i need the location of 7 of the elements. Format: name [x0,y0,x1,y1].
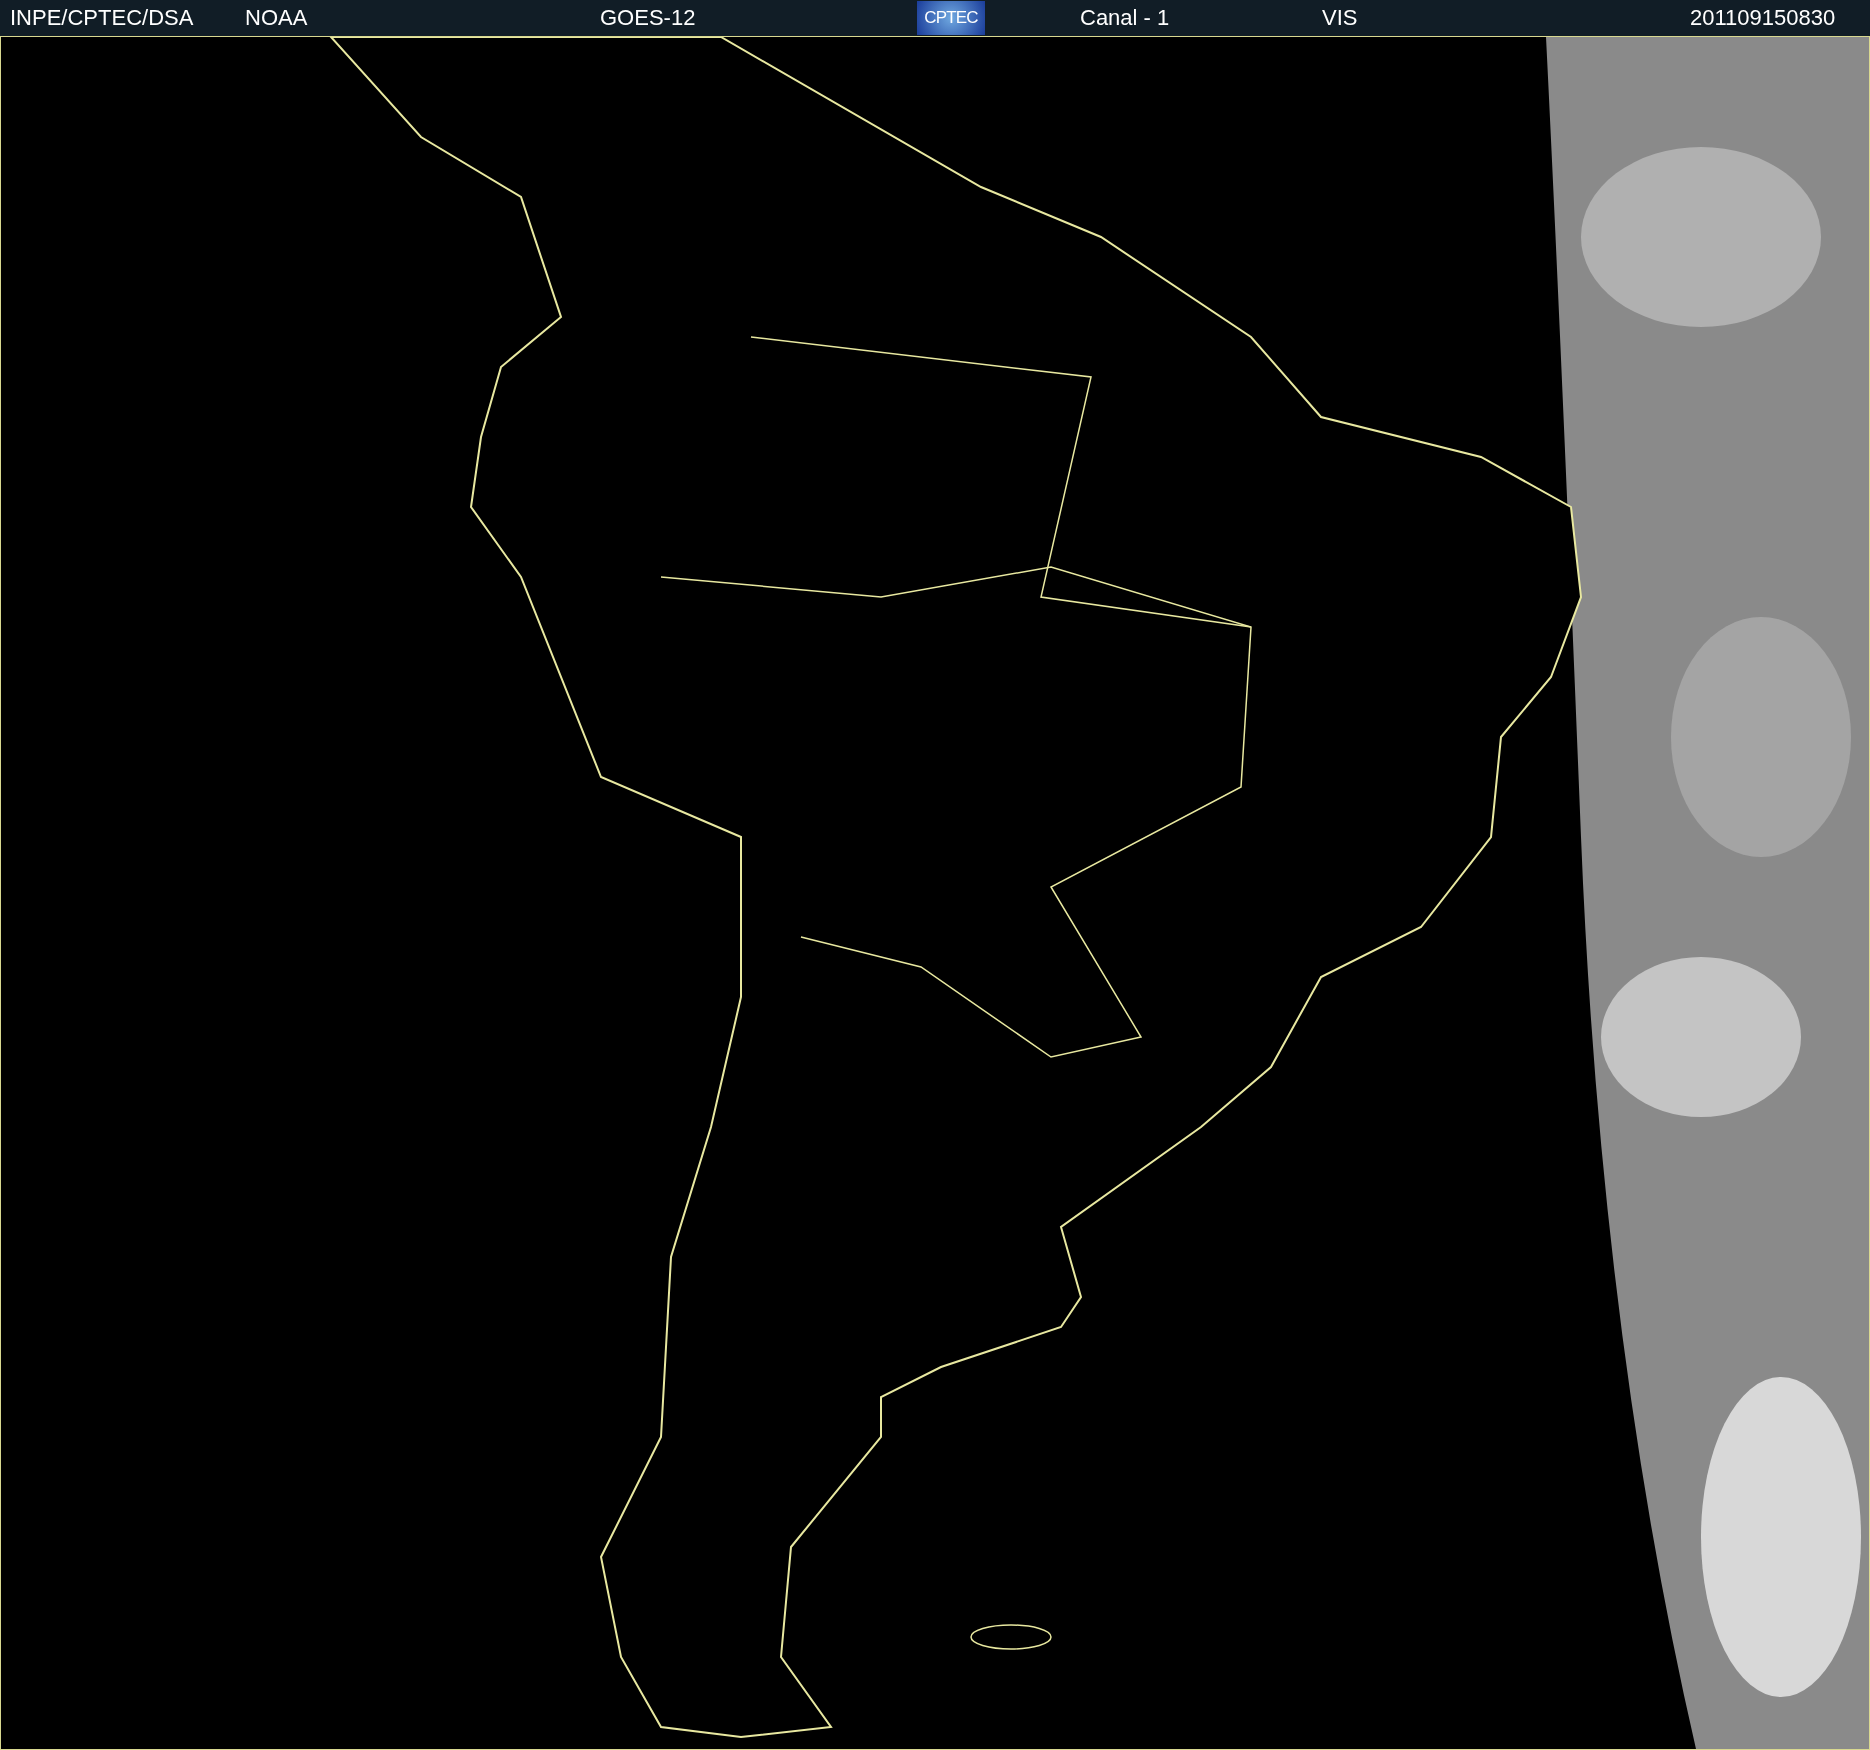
channel-label: Canal - 1 [1080,7,1171,29]
satellite-label: GOES-12 [600,7,697,29]
band-label: VIS [1322,7,1359,29]
agency-label: NOAA [245,7,309,29]
logo: CPTEC [917,1,985,35]
source-label: INPE/CPTEC/DSA [10,7,195,29]
timestamp-label: 201109150830 [1690,7,1836,29]
